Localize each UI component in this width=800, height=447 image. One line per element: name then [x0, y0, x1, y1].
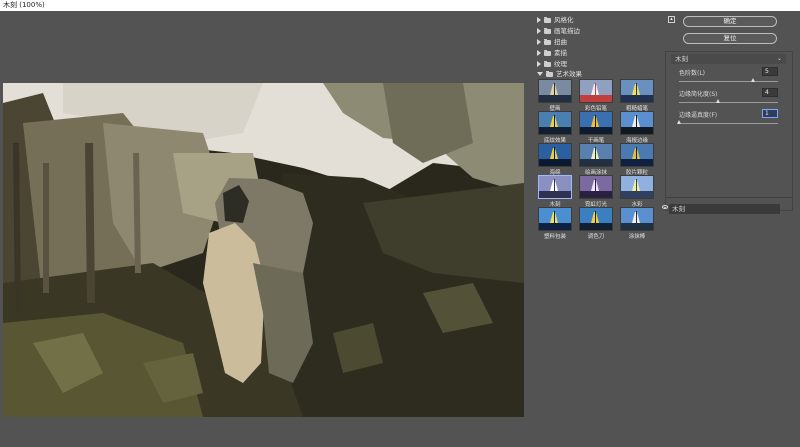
filter-thumb[interactable]: 调色刀: [579, 207, 613, 241]
chevron-down-icon: ⌄: [776, 55, 782, 62]
effect-layer-row[interactable]: 木刻: [662, 204, 780, 214]
filter-thumb-image: [620, 79, 654, 103]
effect-layer-label: 木刻: [672, 205, 685, 213]
filter-thumb-image: [538, 79, 572, 103]
folder-icon: [544, 38, 551, 45]
preview-area: [0, 11, 531, 447]
filter-thumb-image: [538, 175, 572, 199]
filter-thumb[interactable]: 壁画: [538, 79, 572, 113]
filter-thumb-image: [620, 143, 654, 167]
edge-fidelity-input[interactable]: 1: [762, 109, 778, 118]
expand-arrow-icon: [537, 50, 541, 56]
filter-thumb[interactable]: 底纹效果: [538, 111, 572, 145]
filter-thumb-image: [579, 79, 613, 103]
edge-fidelity-slider-track[interactable]: [679, 123, 778, 124]
folder-label: 纹理: [554, 60, 567, 68]
folder-icon: [544, 16, 551, 23]
woodcut-preview-image: [3, 83, 524, 417]
levels-slider-track[interactable]: [679, 81, 778, 82]
folder-label: 风格化: [554, 16, 574, 24]
folder-label: 素描: [554, 49, 567, 57]
expand-arrow-icon: [537, 61, 541, 67]
image-preview[interactable]: [3, 83, 524, 417]
filter-gallery-panel: 风格化 画笔描边 扭曲 素描 纹理 艺术效果 壁画 彩色铅笔 粗糙蜡笔底纹效果 干画笔…: [533, 11, 661, 447]
filter-thumb-image: [538, 111, 572, 135]
folder-artistic[interactable]: 艺术效果: [537, 69, 582, 79]
filter-thumb[interactable]: 海绵: [538, 143, 572, 177]
expand-arrow-icon: [537, 17, 541, 23]
edge-simplicity-input[interactable]: 4: [762, 88, 778, 97]
folder-icon: [544, 27, 551, 34]
filter-thumb[interactable]: 胶片颗粒: [620, 143, 654, 177]
filter-thumb[interactable]: 水彩: [620, 175, 654, 209]
folder-distort[interactable]: 扭曲: [537, 37, 567, 47]
filter-thumb[interactable]: 彩色铅笔: [579, 79, 613, 113]
filter-thumb[interactable]: 海报边缘: [620, 111, 654, 145]
folder-brush-strokes[interactable]: 画笔描边: [537, 26, 580, 36]
param-label-edge-fidelity: 边缘逼真度(F): [679, 112, 718, 119]
edge-simplicity-slider-knob[interactable]: [716, 99, 721, 103]
collapse-arrow-icon: [537, 72, 543, 76]
filter-select-value: 木刻: [675, 55, 688, 63]
filter-thumb[interactable]: 塑料包装: [538, 207, 572, 241]
filter-thumb-image: [579, 143, 613, 167]
eye-icon[interactable]: [662, 205, 668, 209]
param-label-levels: 色阶数(L): [679, 70, 706, 77]
collapse-gallery-icon[interactable]: ▴: [668, 16, 675, 23]
folder-label: 艺术效果: [556, 70, 582, 78]
folder-label: 扭曲: [554, 38, 567, 46]
edge-fidelity-slider-knob[interactable]: [676, 120, 681, 124]
ok-button[interactable]: 确定: [683, 16, 777, 27]
folder-sketch[interactable]: 素描: [537, 48, 567, 58]
filter-thumb[interactable]: 霓虹灯光: [579, 175, 613, 209]
filter-thumb-image: [579, 111, 613, 135]
folder-stylize[interactable]: 风格化: [537, 15, 574, 25]
expand-arrow-icon: [537, 28, 541, 34]
filter-thumb[interactable]: 绘画涂抹: [579, 143, 613, 177]
levels-input[interactable]: 5: [762, 67, 778, 76]
panel-divider: [665, 197, 793, 198]
folder-label: 画笔描边: [554, 27, 580, 35]
filter-thumb-image: [538, 143, 572, 167]
folder-open-icon: [546, 70, 553, 77]
filter-thumb-image: [538, 207, 572, 231]
filter-thumb[interactable]: 粗糙蜡笔: [620, 79, 654, 113]
filter-select[interactable]: 木刻 ⌄: [671, 54, 786, 64]
filter-thumb[interactable]: 木刻: [538, 175, 572, 209]
folder-texture[interactable]: 纹理: [537, 59, 567, 69]
folder-icon: [544, 49, 551, 56]
param-label-edge-simplicity: 边缘简化度(S): [679, 91, 718, 98]
filter-thumb-label: 调色刀: [587, 234, 605, 240]
edge-simplicity-slider-track[interactable]: [679, 102, 778, 103]
expand-arrow-icon: [537, 39, 541, 45]
filter-thumb[interactable]: 涂抹棒: [620, 207, 654, 241]
settings-panel: ▴ 确定 复位 木刻 ⌄ 色阶数(L) 5 边缘简化度(S) 4 边缘逼真度(F…: [661, 11, 800, 447]
folder-icon: [544, 60, 551, 67]
filter-thumb-label: 涂抹棒: [628, 234, 646, 240]
filter-thumb-label: 塑料包装: [543, 234, 566, 240]
levels-slider-knob[interactable]: [750, 78, 755, 82]
filter-thumb-image: [579, 175, 613, 199]
filter-thumb-image: [620, 207, 654, 231]
filter-thumb-image: [620, 175, 654, 199]
filter-thumb-image: [620, 111, 654, 135]
reset-button[interactable]: 复位: [683, 33, 777, 44]
filter-thumb[interactable]: 干画笔: [579, 111, 613, 145]
filter-thumb-image: [579, 207, 613, 231]
window-title: 木刻 (100%): [0, 0, 800, 11]
